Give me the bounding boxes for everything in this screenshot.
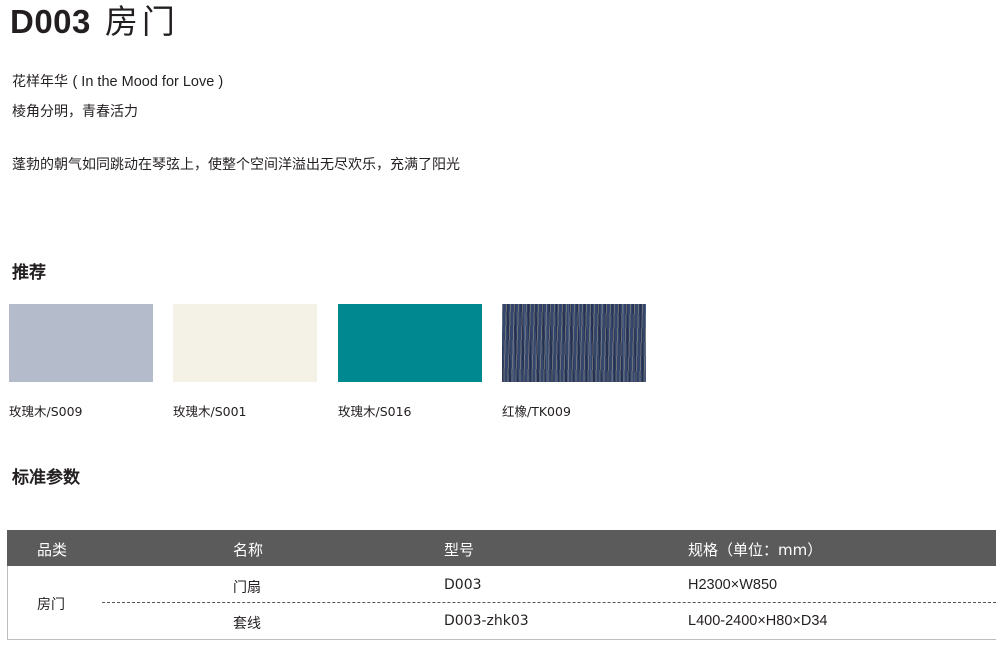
header-category: 品类 [37,541,68,559]
swatch-chip [173,304,317,382]
swatch-tk009: 红橡/TK009 [502,304,646,419]
swatch-chip [338,304,482,382]
swatch-s001: 玫瑰木/S001 [173,304,317,419]
swatch-chip-wood [502,304,646,382]
cell-model: D003-zhk03 [444,613,529,629]
table-header: 品类 名称 型号 规格（单位：mm） [7,530,996,566]
product-name: 房门 [104,2,179,41]
recommend-heading: 推荐 [12,263,46,283]
table-bottom-border [7,639,996,640]
swatch-label: 玫瑰木/S001 [173,404,247,419]
specs-heading: 标准参数 [12,468,80,488]
swatch-s009: 玫瑰木/S009 [9,304,153,419]
cell-name: 门扇 [233,580,261,596]
page-title: D003 房门 [10,2,179,42]
intro-line-2: 棱角分明，青春活力 [12,104,138,120]
cell-name: 套线 [233,616,261,632]
series-name: 花样年华 [12,74,68,90]
table-body: 房门 门扇 D003 H2300×W850 套线 D003-zhk03 L400… [7,566,996,640]
row-divider [102,602,996,603]
series-name-en: ( In the Mood for Love ) [72,74,224,90]
swatch-s016: 玫瑰木/S016 [338,304,482,419]
intro-line-1: 花样年华 ( In the Mood for Love ) [12,73,223,91]
table-left-border [7,566,8,640]
swatch-label: 玫瑰木/S009 [9,404,83,419]
swatch-label: 玫瑰木/S016 [338,404,412,419]
cell-spec: L400-2400×H80×D34 [688,613,828,629]
product-code: D003 [10,3,91,40]
cell-category: 房门 [37,597,65,613]
swatch-chip [9,304,153,382]
swatch-label: 红橡/TK009 [502,404,571,419]
intro-description: 蓬勃的朝气如同跳动在琴弦上，使整个空间洋溢出无尽欢乐，充满了阳光 [12,157,460,173]
cell-spec: H2300×W850 [688,577,778,593]
header-name: 名称 [233,541,264,559]
specs-table: 品类 名称 型号 规格（单位：mm） 房门 门扇 D003 H2300×W850… [7,530,996,640]
cell-model: D003 [444,577,482,593]
header-model: 型号 [444,541,475,559]
header-spec: 规格（单位：mm） [688,541,823,559]
